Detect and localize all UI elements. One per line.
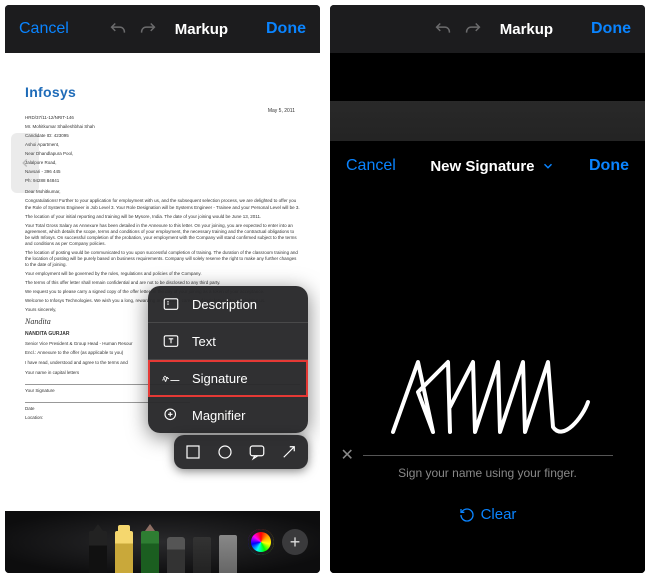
eraser-tool[interactable]	[167, 537, 185, 573]
screen-title: Markup	[175, 21, 228, 38]
popup-item-signature[interactable]: Signature	[148, 360, 308, 397]
pen-tool[interactable]	[89, 531, 107, 573]
popup-item-text[interactable]: Text	[148, 323, 308, 360]
clear-x-icon[interactable]: ✕	[341, 445, 354, 465]
color-picker[interactable]	[248, 529, 274, 555]
add-tool-popup: Description Text Signature Magnifier	[148, 286, 308, 433]
sheet-done-button[interactable]: Done	[589, 157, 629, 175]
signature-sheet: Cancel New Signature Done ✕ Sign your na…	[330, 53, 645, 573]
markup-toolbar: +	[5, 511, 320, 573]
marker-tool[interactable]	[115, 531, 133, 573]
redo-icon[interactable]	[462, 18, 484, 40]
company-logo: Infosys	[25, 83, 300, 102]
description-icon	[162, 295, 180, 313]
dimmed-background	[330, 101, 645, 141]
letter-date: May 5, 2011	[268, 108, 295, 115]
signature-screen-right: Cancel Markup Done Cancel New Signature …	[330, 5, 645, 573]
shape-arrow-icon[interactable]	[278, 441, 300, 463]
magnifier-icon	[162, 406, 180, 424]
undo-clear-icon	[459, 507, 475, 523]
text-icon	[162, 332, 180, 350]
done-button[interactable]: Done	[266, 20, 306, 38]
undo-icon[interactable]	[107, 18, 129, 40]
signature-baseline: ✕	[363, 455, 613, 456]
redo-icon[interactable]	[137, 18, 159, 40]
shape-square-icon[interactable]	[182, 441, 204, 463]
signature-canvas[interactable]: ✕ Sign your name using your finger. Clea…	[330, 193, 645, 573]
topbar: Cancel Markup Done	[330, 5, 645, 53]
shape-circle-icon[interactable]	[214, 441, 236, 463]
markup-screen-left: Cancel Markup Done Infosys May 5, 2011 H…	[5, 5, 320, 573]
ruler-tool[interactable]	[219, 535, 237, 573]
add-button[interactable]: +	[282, 529, 308, 555]
sheet-title-dropdown[interactable]: New Signature	[430, 158, 554, 175]
done-button[interactable]: Done	[591, 20, 631, 38]
undo-icon[interactable]	[432, 18, 454, 40]
topbar: Cancel Markup Done	[5, 5, 320, 53]
signature-icon	[162, 369, 180, 387]
chevron-down-icon	[541, 159, 555, 173]
lasso-tool[interactable]	[193, 537, 211, 573]
sheet-header: Cancel New Signature Done	[330, 143, 645, 189]
screen-title: Markup	[500, 21, 553, 38]
document-viewport[interactable]: Infosys May 5, 2011 HRD/37/11-12/NRIT-14…	[5, 53, 320, 511]
signature-hint: Sign your name using your finger.	[398, 466, 577, 480]
handwritten-signature	[378, 347, 598, 447]
sheet-cancel-button[interactable]: Cancel	[346, 157, 396, 175]
shape-picker	[174, 435, 308, 469]
popup-item-description[interactable]: Description	[148, 286, 308, 323]
pencil-tool[interactable]	[141, 531, 159, 573]
cancel-button[interactable]: Cancel	[19, 20, 69, 38]
popup-item-magnifier[interactable]: Magnifier	[148, 397, 308, 433]
clear-button[interactable]: Clear	[459, 506, 517, 523]
shape-speech-icon[interactable]	[246, 441, 268, 463]
back-chevron[interactable]	[11, 133, 39, 193]
